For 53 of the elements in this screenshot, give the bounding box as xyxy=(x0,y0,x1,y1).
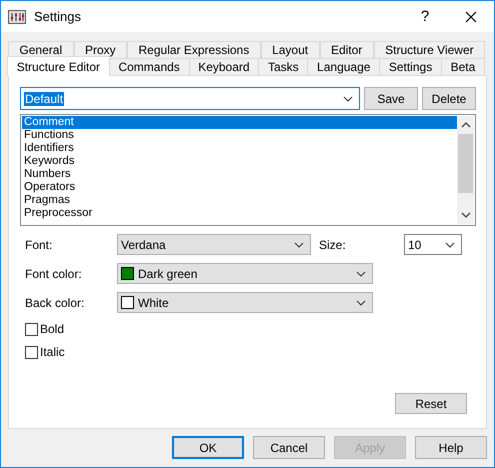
list-item[interactable]: Numbers xyxy=(22,168,457,181)
field-label: Size: xyxy=(319,238,346,252)
list-item[interactable]: Operators xyxy=(22,181,457,194)
app-icon xyxy=(8,10,26,24)
checkbox[interactable]: Bold xyxy=(25,321,64,337)
scroll-down-icon xyxy=(460,212,470,218)
scrollbar[interactable] xyxy=(457,116,474,224)
list-item[interactable]: Preprocessor xyxy=(22,207,457,220)
scheme-button[interactable]: Delete xyxy=(422,87,476,110)
field-label: Font: xyxy=(25,238,54,252)
back-color-combo[interactable]: White xyxy=(117,292,373,313)
tab[interactable]: Structure Viewer xyxy=(374,41,486,58)
tab[interactable]: Beta xyxy=(440,58,485,75)
tab[interactable]: Language xyxy=(307,58,380,75)
caret-icon xyxy=(294,242,304,248)
close-icon xyxy=(465,10,477,22)
scheme-combo[interactable]: Default xyxy=(20,87,360,110)
tab[interactable]: Layout xyxy=(260,41,320,58)
help-button[interactable]: ? xyxy=(402,1,448,32)
window-title: Settings xyxy=(34,9,81,24)
caret-icon xyxy=(356,270,366,276)
reset-button[interactable]: Reset xyxy=(395,393,467,414)
list-item[interactable]: Keywords xyxy=(22,155,457,168)
size-combo[interactable]: 10 xyxy=(404,234,462,255)
tab[interactable]: Proxy xyxy=(74,41,128,58)
tab[interactable]: Editor xyxy=(320,41,374,58)
field-label: Font color: xyxy=(25,266,83,280)
dialog-button[interactable]: Help xyxy=(415,436,487,459)
list-item[interactable]: Comment xyxy=(22,116,457,129)
caret-icon xyxy=(356,300,366,306)
dialog-button[interactable]: OK xyxy=(172,436,244,459)
caret-icon xyxy=(445,242,455,248)
list-item[interactable]: Functions xyxy=(22,129,457,142)
field-label: Back color: xyxy=(25,296,86,310)
combo-value: Dark green xyxy=(138,266,198,280)
combo-value: White xyxy=(138,296,169,310)
checkbox[interactable]: Italic xyxy=(25,344,65,360)
font-color-combo[interactable]: Dark green xyxy=(117,263,373,284)
list-item[interactable]: Identifiers xyxy=(22,142,457,155)
scroll-up-icon xyxy=(460,122,470,128)
list-item[interactable]: Pragmas xyxy=(22,194,457,207)
tab[interactable]: Settings xyxy=(379,58,442,75)
tab[interactable]: Regular Expressions xyxy=(127,41,261,58)
caret-icon xyxy=(343,96,353,102)
scheme-button[interactable]: Save xyxy=(364,87,418,110)
combo-value: Default xyxy=(24,92,64,106)
font-combo[interactable]: Verdana xyxy=(117,234,311,255)
combo-value: Verdana xyxy=(121,238,166,252)
tab[interactable]: Structure Editor xyxy=(7,56,110,76)
scroll-thumb[interactable] xyxy=(458,134,473,193)
combo-value: 10 xyxy=(408,238,422,252)
tab[interactable]: Keyboard xyxy=(188,58,260,75)
dialog-button[interactable]: Cancel xyxy=(253,436,325,459)
